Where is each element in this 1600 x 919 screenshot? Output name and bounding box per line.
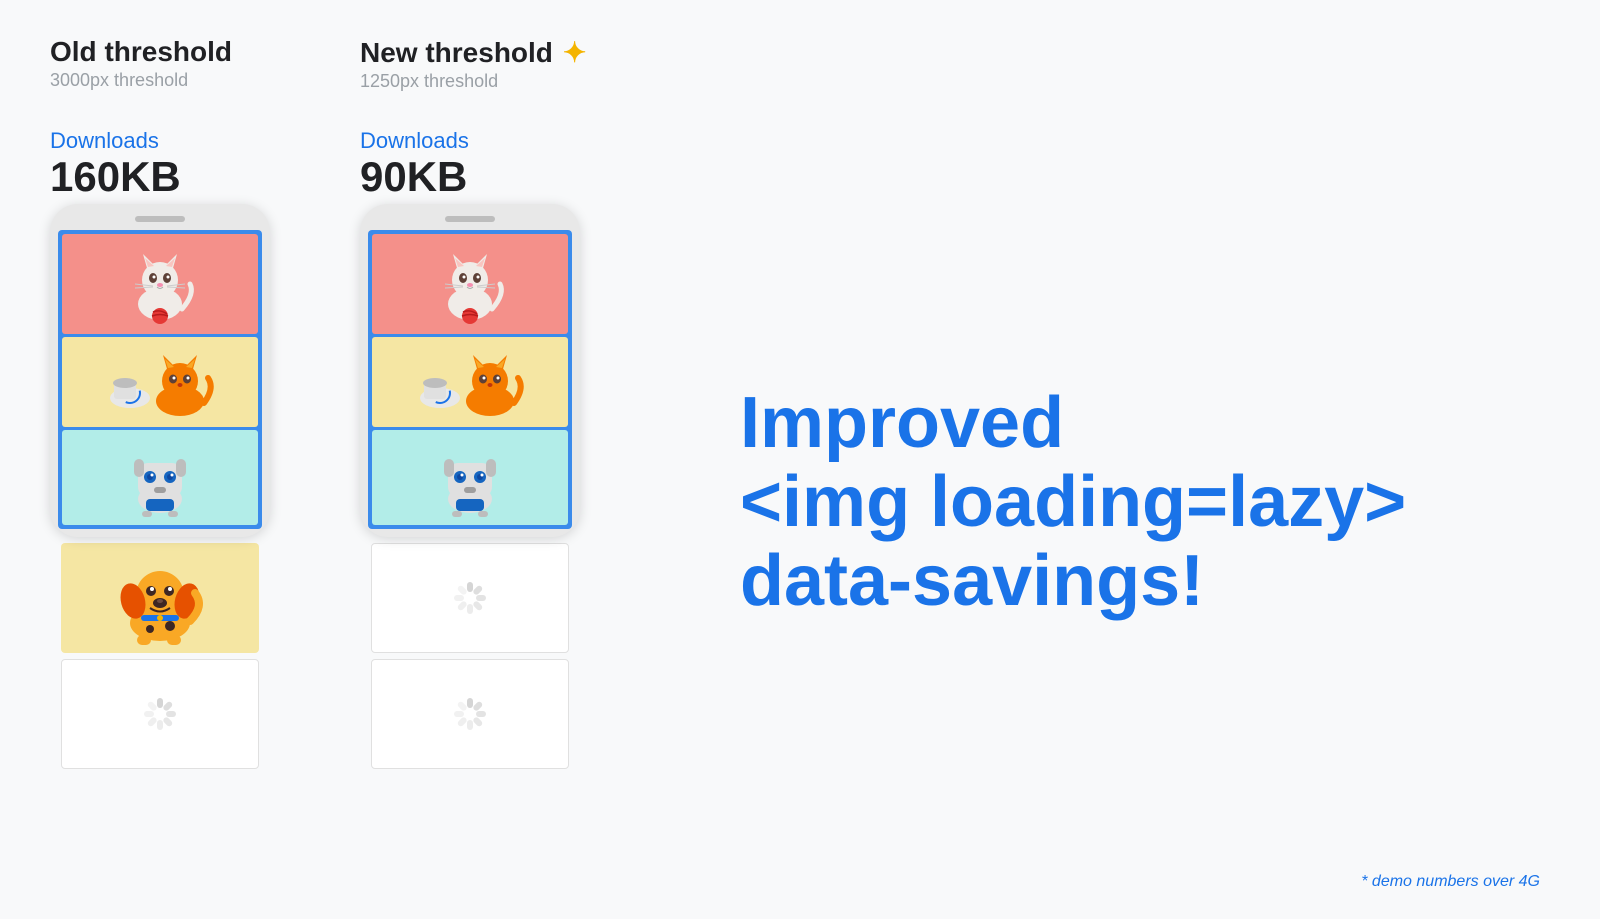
spinner-icon-2 [446, 574, 494, 622]
old-threshold-title-text: Old threshold [50, 36, 232, 68]
cat-orange-2 [410, 343, 530, 421]
new-phone [360, 204, 580, 537]
new-image-5-loading [371, 659, 569, 769]
new-below-phone [371, 543, 591, 769]
page-container: Old threshold 3000px threshold Downloads… [0, 0, 1600, 919]
old-downloads-text: Downloads [50, 128, 181, 154]
old-downloads-label: Downloads 160KB [50, 128, 181, 200]
phone-speaker [135, 216, 185, 222]
dog-yellow-illustration [95, 551, 225, 646]
robot-dog-illustration [110, 437, 210, 519]
old-downloads-value: 160KB [50, 154, 181, 200]
new-downloads-label: Downloads 90KB [360, 128, 469, 200]
demo-note: * demo numbers over 4G [1361, 873, 1540, 891]
spinner-icon-3 [446, 690, 494, 738]
cat-orange-illustration [100, 343, 220, 421]
new-threshold-header: New threshold ✦ 1250px threshold [360, 36, 586, 116]
cat-red-illustration [115, 244, 205, 324]
old-threshold-header: Old threshold 3000px threshold [50, 36, 232, 116]
old-phone-screen [58, 230, 262, 529]
new-threshold-title-text: New threshold [360, 37, 553, 69]
old-image-3-robot-dog [62, 430, 258, 525]
old-image-5-loading [61, 659, 259, 769]
new-image-3-robot-dog [372, 430, 568, 525]
new-threshold-subtitle: 1250px threshold [360, 71, 586, 92]
new-phone-body [360, 204, 580, 537]
old-phone-body [50, 204, 270, 537]
old-threshold-panel: Old threshold 3000px threshold Downloads… [50, 36, 330, 889]
new-threshold-title: New threshold ✦ [360, 36, 586, 69]
new-downloads-value: 90KB [360, 154, 469, 200]
sparkle-icon: ✦ [563, 36, 586, 69]
old-image-4-dog-yellow [61, 543, 259, 653]
headline-line3: data-savings! [740, 542, 1550, 621]
robot-dog-2 [420, 437, 520, 519]
headline-section: Improved <img loading=lazy> data-savings… [700, 36, 1550, 889]
headline-line1: Improved [740, 384, 1550, 463]
loading-spinner-1 [62, 660, 258, 768]
old-threshold-subtitle: 3000px threshold [50, 70, 232, 91]
old-image-2-cat-orange [62, 337, 258, 427]
new-downloads-text: Downloads [360, 128, 469, 154]
footnote-text: * demo numbers over 4G [1361, 873, 1540, 890]
headline-line2: <img loading=lazy> [740, 463, 1550, 542]
new-threshold-panel: New threshold ✦ 1250px threshold Downloa… [360, 36, 640, 889]
spinner-icon-1 [136, 690, 184, 738]
new-phone-speaker [445, 216, 495, 222]
old-threshold-title: Old threshold [50, 36, 232, 68]
new-image-1-cat-red [372, 234, 568, 334]
old-below-phone [61, 543, 281, 769]
old-phone [50, 204, 270, 537]
cat-red-2 [425, 244, 515, 324]
loading-spinner-2 [372, 544, 568, 652]
new-image-2-cat-orange [372, 337, 568, 427]
new-image-4-loading [371, 543, 569, 653]
old-image-1-cat-red [62, 234, 258, 334]
new-phone-screen [368, 230, 572, 529]
headline-text: Improved <img loading=lazy> data-savings… [740, 384, 1550, 622]
loading-spinner-3 [372, 660, 568, 768]
